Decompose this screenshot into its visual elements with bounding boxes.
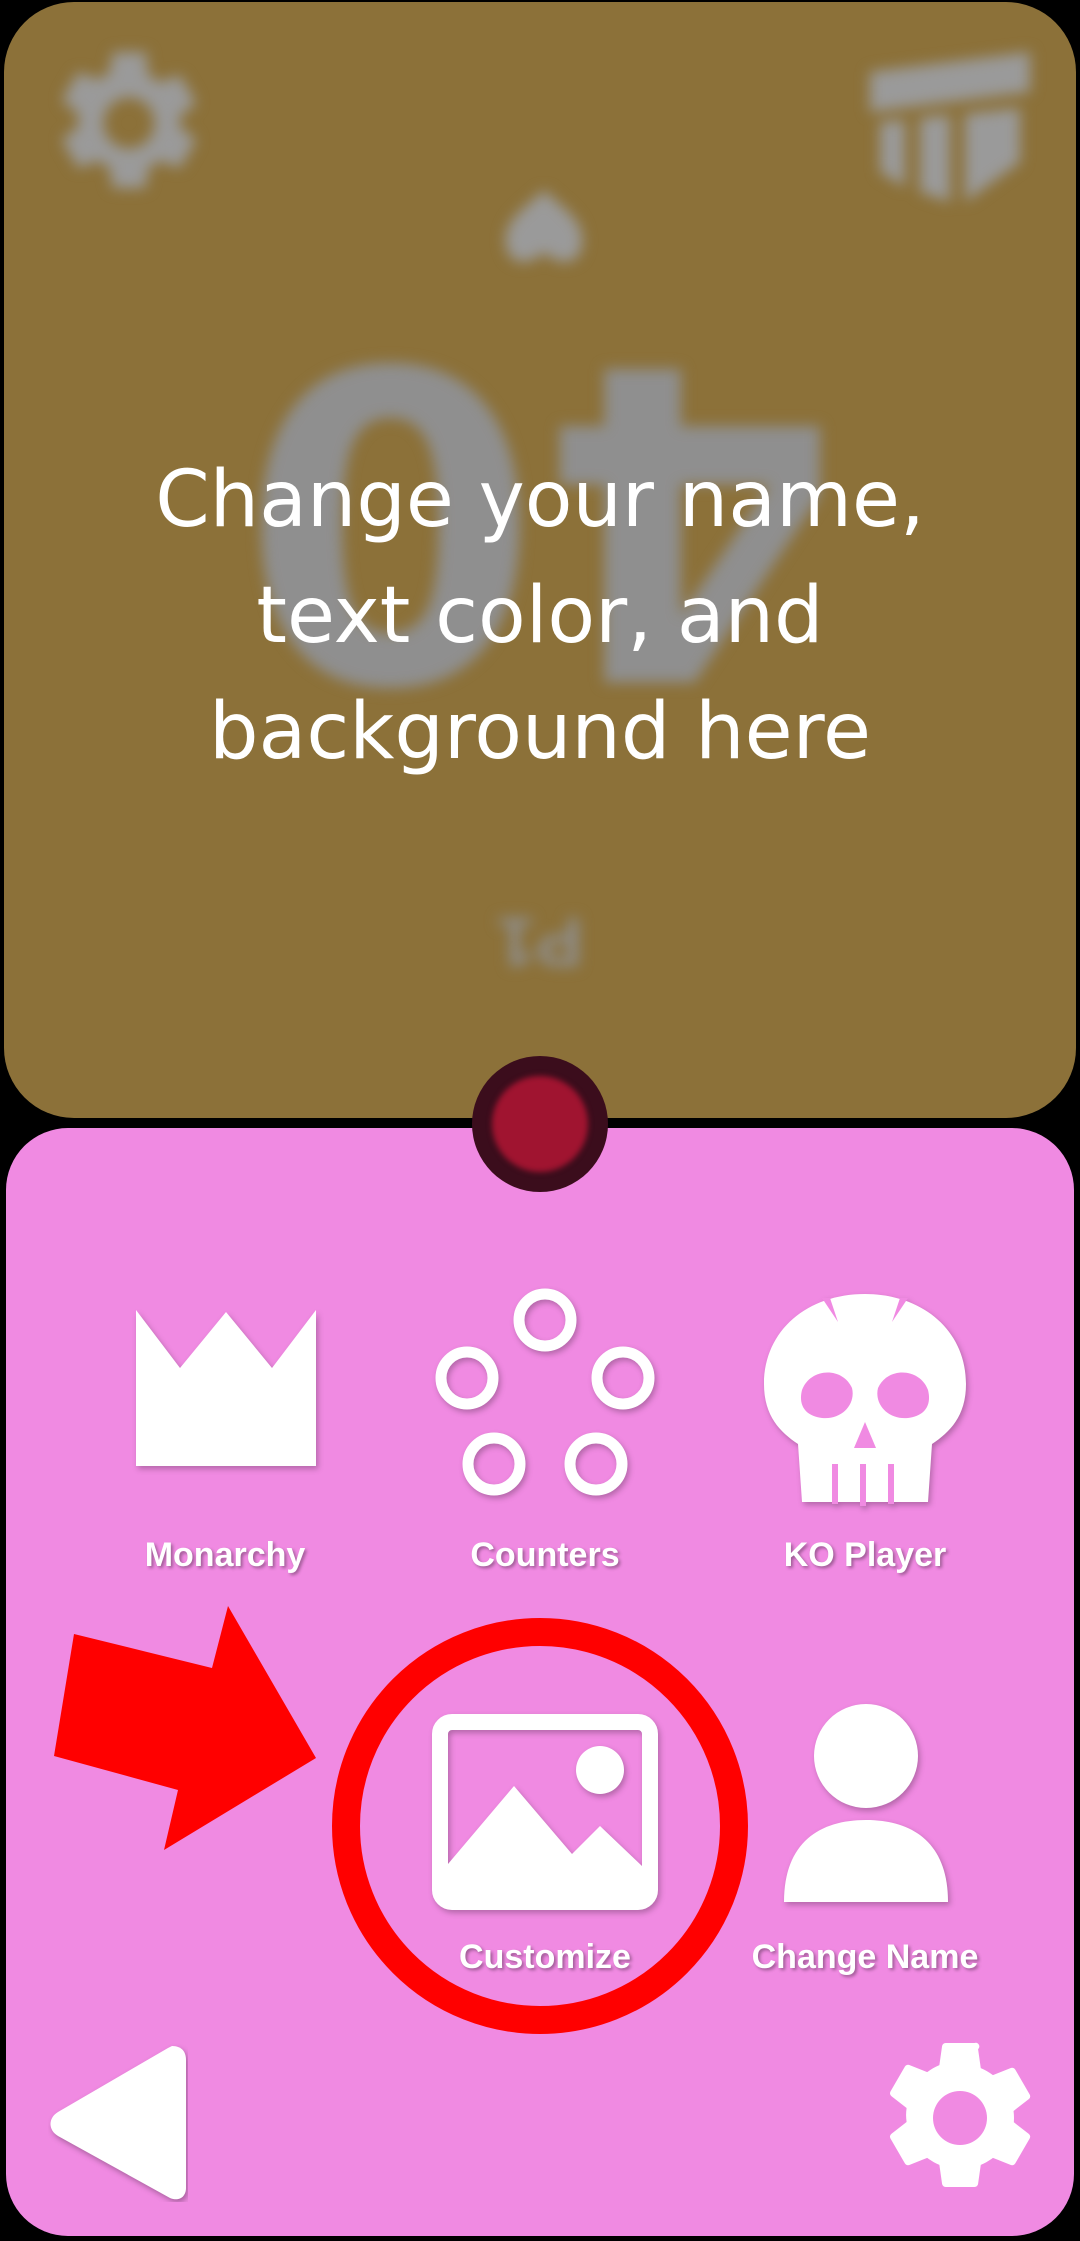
commander-damage-icon (870, 52, 1030, 202)
menu-label-counters: Counters (470, 1536, 620, 1574)
monarchy-button[interactable]: Monarchy (60, 1288, 390, 1588)
player-menu-panel: Monarchy Counters KO Player Customize Ch… (6, 1128, 1074, 2236)
menu-label-monarchy: Monarchy (144, 1536, 306, 1574)
gear-icon[interactable] (870, 2028, 1050, 2208)
image-icon (432, 1714, 658, 1910)
skull-icon (764, 1294, 966, 1506)
back-arrow-icon[interactable] (48, 2042, 188, 2202)
opponent-panel: 40 P1 Change your name, text color, and … (4, 2, 1076, 1118)
drop-icon (505, 190, 583, 262)
menu-label-ko-player: KO Player (783, 1536, 947, 1574)
menu-label-change-name: Change Name (751, 1938, 979, 1976)
player-label: P1 (497, 903, 583, 981)
settings-gear-icon (62, 51, 196, 189)
menu-label-customize: Customize (459, 1938, 631, 1976)
ko-player-button[interactable]: KO Player (700, 1288, 1030, 1588)
person-icon (784, 1704, 948, 1902)
crown-icon (136, 1310, 316, 1466)
customize-hint-text: Change your name, text color, and backgr… (155, 455, 925, 777)
customize-button[interactable]: Customize (380, 1688, 710, 2008)
counters-button[interactable]: Counters (380, 1288, 710, 1588)
counters-icon (435, 1288, 655, 1496)
change-name-button[interactable]: Change Name (700, 1688, 1030, 2008)
menu-toggle-button[interactable] (492, 1076, 588, 1172)
